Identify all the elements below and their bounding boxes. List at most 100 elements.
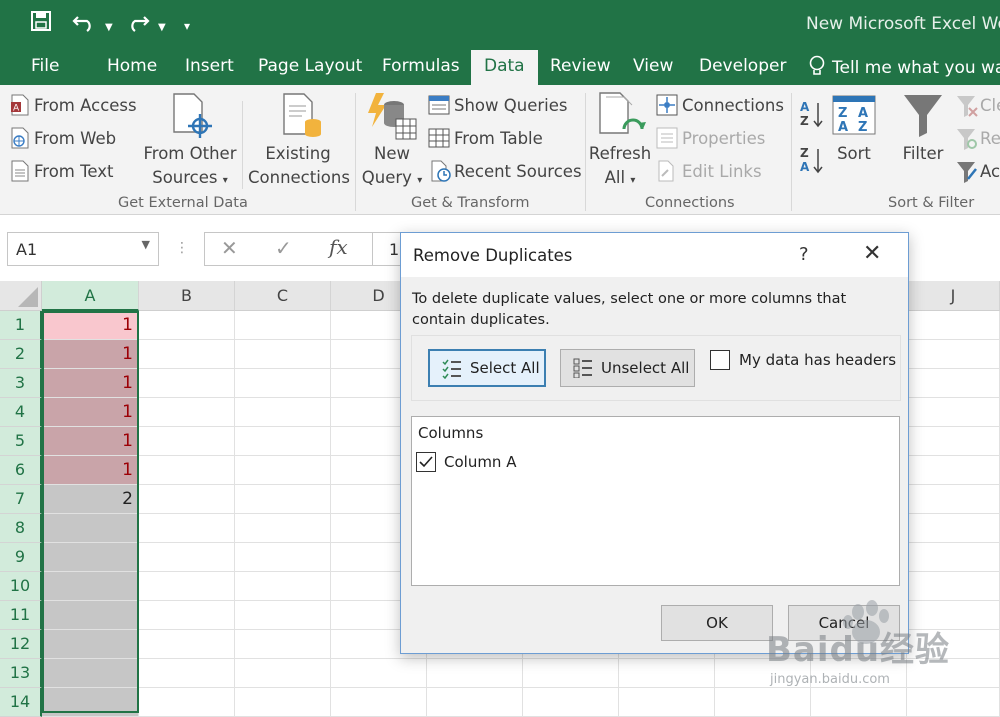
row-header-7[interactable]: 7: [0, 485, 42, 514]
ok-button[interactable]: OK: [661, 605, 773, 641]
grid-cell[interactable]: [235, 659, 331, 688]
confirm-entry-icon[interactable]: ✓: [275, 236, 292, 260]
column-header-j[interactable]: J: [907, 281, 1000, 311]
grid-cell[interactable]: [907, 456, 1000, 485]
tab-page-layout[interactable]: Page Layout: [258, 56, 362, 76]
row-header-2[interactable]: 2: [0, 340, 42, 369]
column-header-b[interactable]: B: [139, 281, 235, 311]
sort-a-to-z-icon[interactable]: AZ: [800, 99, 824, 129]
row-header-3[interactable]: 3: [0, 369, 42, 398]
grid-cell[interactable]: [907, 340, 1000, 369]
grid-cell[interactable]: [523, 659, 619, 688]
grid-cell[interactable]: [235, 369, 331, 398]
tab-file[interactable]: File: [31, 56, 59, 76]
grid-cell[interactable]: [139, 659, 235, 688]
redo-dropdown-icon[interactable]: ▼: [158, 16, 166, 40]
cell-a2[interactable]: 1: [42, 340, 139, 369]
grid-cell[interactable]: [139, 311, 235, 340]
select-all-corner[interactable]: [0, 281, 42, 311]
grid-cell[interactable]: [907, 514, 1000, 543]
grid-cell[interactable]: [235, 398, 331, 427]
cell-a6[interactable]: 1: [42, 456, 139, 485]
grid-cell[interactable]: [235, 601, 331, 630]
row-header-11[interactable]: 11: [0, 601, 42, 630]
grid-cell[interactable]: [139, 601, 235, 630]
cell-a7[interactable]: 2: [42, 485, 139, 514]
cancel-entry-icon[interactable]: ✕: [221, 236, 238, 260]
grid-cell[interactable]: [139, 456, 235, 485]
column-a-checkbox[interactable]: [416, 452, 436, 472]
insert-function-icon[interactable]: fx: [329, 235, 348, 259]
row-header-13[interactable]: 13: [0, 659, 42, 688]
formula-input[interactable]: 1: [372, 232, 402, 266]
grid-cell[interactable]: [139, 427, 235, 456]
my-data-has-headers-label[interactable]: My data has headers: [739, 351, 896, 369]
row-header-1[interactable]: 1: [0, 311, 42, 340]
grid-cell[interactable]: [907, 369, 1000, 398]
grid-cell[interactable]: [235, 630, 331, 659]
grid-cell[interactable]: [139, 514, 235, 543]
help-button[interactable]: ?: [799, 244, 809, 265]
my-data-has-headers-checkbox[interactable]: [710, 350, 730, 370]
grid-cell[interactable]: [331, 659, 427, 688]
grid-cell[interactable]: [139, 485, 235, 514]
grid-cell[interactable]: [907, 398, 1000, 427]
tab-formulas[interactable]: Formulas: [382, 56, 460, 76]
row-header-9[interactable]: 9: [0, 543, 42, 572]
cell-a9[interactable]: [42, 543, 139, 572]
column-header-a[interactable]: A: [42, 281, 139, 311]
cell-a13[interactable]: [42, 659, 139, 688]
tab-insert[interactable]: Insert: [185, 56, 234, 76]
customize-toolbar-icon[interactable]: ▾: [184, 14, 190, 38]
cell-a4[interactable]: 1: [42, 398, 139, 427]
grid-cell[interactable]: [907, 485, 1000, 514]
cell-a8[interactable]: [42, 514, 139, 543]
grid-cell[interactable]: [139, 630, 235, 659]
tab-review[interactable]: Review: [550, 56, 611, 76]
grid-cell[interactable]: [619, 659, 715, 688]
grid-cell[interactable]: [235, 485, 331, 514]
save-icon[interactable]: [30, 10, 52, 37]
cell-a12[interactable]: [42, 630, 139, 659]
grid-cell[interactable]: [235, 514, 331, 543]
grid-cell[interactable]: [235, 311, 331, 340]
grid-cell[interactable]: [907, 543, 1000, 572]
grid-cell[interactable]: [235, 543, 331, 572]
grid-cell[interactable]: [907, 427, 1000, 456]
close-icon[interactable]: ✕: [863, 241, 881, 266]
grid-cell[interactable]: [139, 369, 235, 398]
tab-home[interactable]: Home: [107, 56, 157, 76]
grid-cell[interactable]: [907, 311, 1000, 340]
column-header-c[interactable]: C: [235, 281, 331, 311]
grid-cell[interactable]: [235, 572, 331, 601]
row-header-12[interactable]: 12: [0, 630, 42, 659]
grid-cell[interactable]: [139, 543, 235, 572]
grid-cell[interactable]: [139, 398, 235, 427]
cell-a11[interactable]: [42, 601, 139, 630]
row-header-10[interactable]: 10: [0, 572, 42, 601]
column-list-item[interactable]: Column A: [416, 450, 616, 474]
row-header-4[interactable]: 4: [0, 398, 42, 427]
undo-dropdown-icon[interactable]: ▼: [105, 16, 113, 40]
cell-a5[interactable]: 1: [42, 427, 139, 456]
tab-view[interactable]: View: [633, 56, 673, 76]
cell-a1[interactable]: 1: [42, 311, 139, 340]
grid-cell[interactable]: [235, 456, 331, 485]
cell-a3[interactable]: 1: [42, 369, 139, 398]
grid-cell[interactable]: [139, 572, 235, 601]
cell-a10[interactable]: [42, 572, 139, 601]
grid-cell[interactable]: [235, 427, 331, 456]
grid-cell[interactable]: [427, 659, 523, 688]
row-header-6[interactable]: 6: [0, 456, 42, 485]
tell-me-box[interactable]: Tell me what you war: [808, 55, 1000, 78]
grid-cell[interactable]: [235, 340, 331, 369]
redo-icon[interactable]: [124, 10, 150, 37]
row-header-8[interactable]: 8: [0, 514, 42, 543]
tab-data[interactable]: Data: [471, 50, 538, 85]
select-all-button[interactable]: Select All: [428, 349, 546, 387]
row-header-5[interactable]: 5: [0, 427, 42, 456]
tab-developer[interactable]: Developer: [699, 56, 786, 76]
undo-icon[interactable]: [72, 10, 98, 37]
grid-cell[interactable]: [139, 340, 235, 369]
name-box[interactable]: A1 ▼: [7, 232, 159, 266]
